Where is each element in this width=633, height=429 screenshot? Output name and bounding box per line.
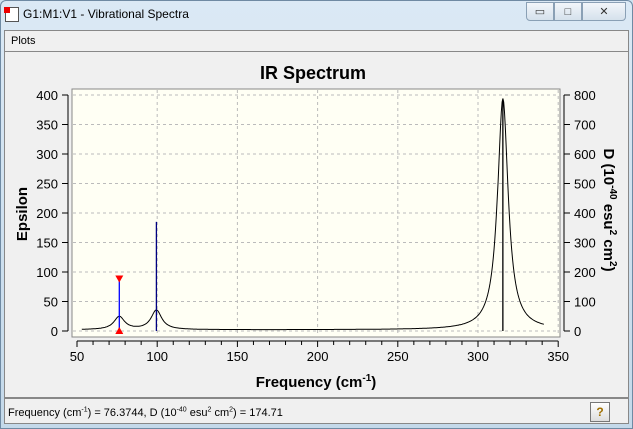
y-tick-label: 150	[36, 236, 58, 251]
x-tick-label: 200	[307, 349, 329, 364]
y-tick-label: 0	[51, 324, 58, 339]
y-tick-label: 200	[36, 206, 58, 221]
x-tick-label: 50	[70, 349, 84, 364]
chart-title: IR Spectrum	[260, 63, 366, 83]
y2-tick-label: 500	[574, 177, 596, 192]
y2-tick-label: 100	[574, 295, 596, 310]
ir-spectrum-chart[interactable]: IR Spectrum 50 100 150 200 250 300 350 0 50 100 15…	[0, 0, 633, 429]
y-tick-label: 350	[36, 118, 58, 133]
y2-tick-label: 600	[574, 147, 596, 162]
y-tick-label: 50	[44, 295, 58, 310]
y2-tick-label: 200	[574, 265, 596, 280]
x-tick-label: 250	[387, 349, 409, 364]
y-tick-label: 300	[36, 147, 58, 162]
y2-tick-label: 400	[574, 206, 596, 221]
x-tick-label: 300	[467, 349, 489, 364]
y-tick-label: 400	[36, 88, 58, 103]
x-tick-label: 100	[146, 349, 168, 364]
y2-axis-label: D (10-40 esu2 cm2)	[600, 148, 618, 271]
x-tick-label: 150	[227, 349, 249, 364]
y2-tick-label: 800	[574, 88, 596, 103]
y-tick-label: 100	[36, 265, 58, 280]
y2-tick-label: 300	[574, 236, 596, 251]
y2-tick-label: 700	[574, 118, 596, 133]
x-axis-label: Frequency (cm-1)	[256, 373, 377, 391]
x-tick-label: 350	[547, 349, 569, 364]
y2-tick-label: 0	[574, 324, 581, 339]
y-axis-label: Epsilon	[14, 187, 31, 241]
y-tick-label: 250	[36, 177, 58, 192]
